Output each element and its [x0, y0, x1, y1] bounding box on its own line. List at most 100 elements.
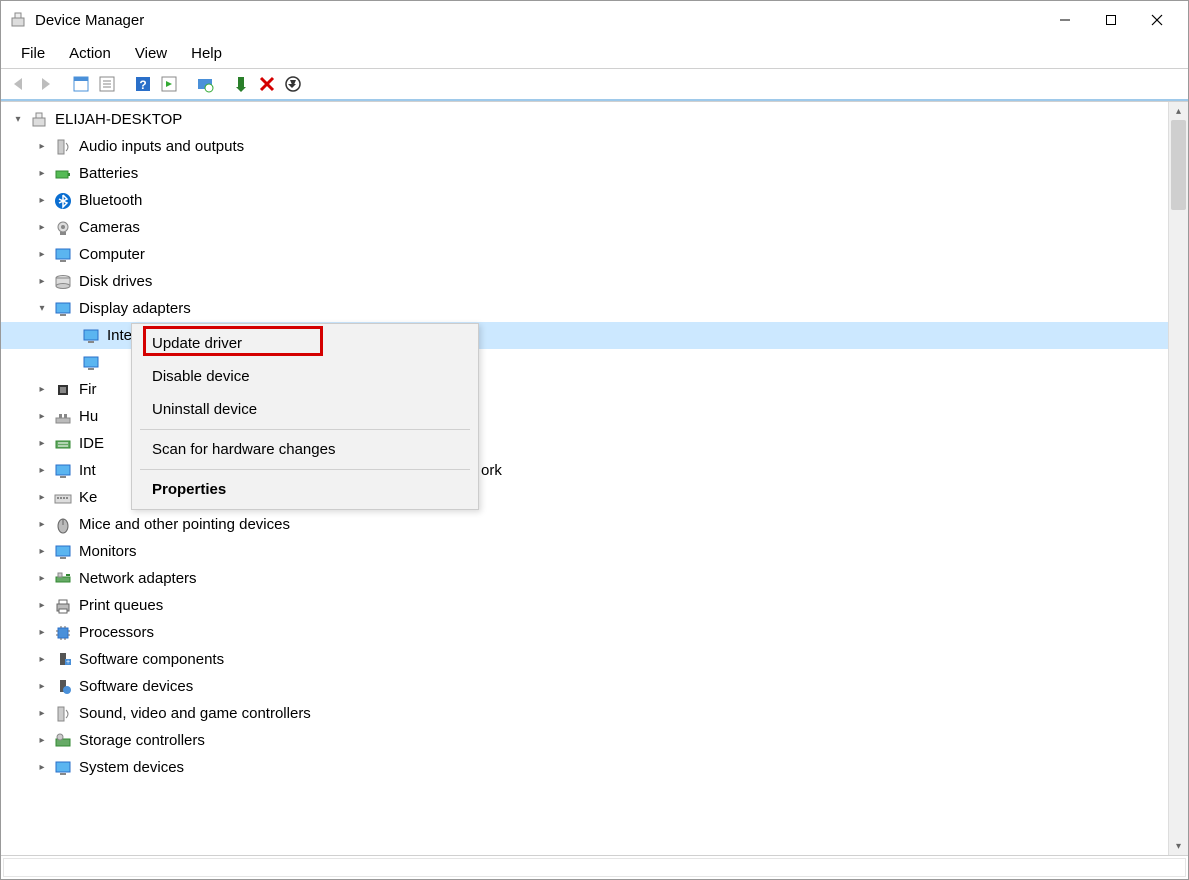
mouse-icon [53, 515, 73, 535]
context-menu: Update driver Disable device Uninstall d… [131, 323, 479, 510]
tree-item[interactable]: ▸ + Software components [1, 646, 1168, 673]
tree-item-label: IDE [79, 435, 104, 452]
usb-icon [53, 407, 73, 427]
expand-icon[interactable]: ▸ [33, 678, 51, 696]
expand-icon[interactable]: ▸ [33, 462, 51, 480]
tree-item[interactable]: ▸ Network adapters [1, 565, 1168, 592]
expand-icon[interactable]: ▸ [33, 624, 51, 642]
expand-icon[interactable]: ▸ [33, 408, 51, 426]
expand-icon[interactable]: ▸ [33, 732, 51, 750]
scan-button[interactable] [157, 72, 181, 96]
tree-item-label: Network adapters [79, 570, 197, 587]
monitor-icon [53, 245, 73, 265]
tree-item-label: Display adapters [79, 300, 191, 317]
tree-item-label: Software devices [79, 678, 193, 695]
enable-device-button[interactable] [229, 72, 253, 96]
vertical-scrollbar[interactable]: ▴ ▾ [1168, 102, 1188, 855]
menu-action[interactable]: Action [57, 41, 123, 66]
tree-item[interactable]: ▸ Batteries [1, 160, 1168, 187]
cm-scan[interactable]: Scan for hardware changes [132, 433, 478, 466]
expand-icon[interactable]: ▸ [33, 543, 51, 561]
tree-item[interactable]: ▸ Processors [1, 619, 1168, 646]
tree-item[interactable]: ▸ Cameras [1, 214, 1168, 241]
ide-icon [53, 434, 73, 454]
properties-button[interactable] [95, 72, 119, 96]
tree-item-label: Disk drives [79, 273, 152, 290]
tree-item[interactable]: ▸ Audio inputs and outputs [1, 133, 1168, 160]
help-button[interactable]: ? [131, 72, 155, 96]
expand-icon[interactable]: ▸ [33, 570, 51, 588]
chip-icon [53, 380, 73, 400]
tree-root[interactable]: ▾ ELIJAH-DESKTOP [1, 106, 1168, 133]
monitor-icon [81, 326, 101, 346]
tree-item[interactable]: ▸ Disk drives [1, 268, 1168, 295]
scroll-up-icon[interactable]: ▴ [1169, 102, 1188, 120]
menu-file[interactable]: File [9, 41, 57, 66]
cm-uninstall-device[interactable]: Uninstall device [132, 393, 478, 426]
expand-icon[interactable]: ▸ [33, 165, 51, 183]
cm-disable-device[interactable]: Disable device [132, 360, 478, 393]
monitor-icon [53, 299, 73, 319]
menu-help[interactable]: Help [179, 41, 234, 66]
expand-icon[interactable]: ▸ [33, 138, 51, 156]
expand-icon[interactable]: ▸ [33, 381, 51, 399]
expand-icon[interactable]: ▸ [33, 246, 51, 264]
expand-icon[interactable]: ▸ [33, 489, 51, 507]
tree-item[interactable]: ▸ Software devices [1, 673, 1168, 700]
close-button[interactable] [1134, 5, 1180, 35]
expand-icon[interactable]: ▸ [33, 219, 51, 237]
collapse-icon[interactable]: ▾ [33, 300, 51, 318]
tree-root-label: ELIJAH-DESKTOP [55, 111, 182, 128]
menubar: File Action View Help [1, 39, 1188, 69]
scroll-down-icon[interactable]: ▾ [1169, 837, 1188, 855]
tree-item-label: Audio inputs and outputs [79, 138, 244, 155]
svg-text:+: + [66, 659, 70, 666]
tree-item-label: Storage controllers [79, 732, 205, 749]
maximize-button[interactable] [1088, 5, 1134, 35]
tree-item-label: Mice and other pointing devices [79, 516, 290, 533]
menu-view[interactable]: View [123, 41, 179, 66]
expand-icon[interactable]: ▸ [33, 759, 51, 777]
back-button[interactable] [7, 72, 31, 96]
expand-icon[interactable]: ▸ [33, 516, 51, 534]
scroll-thumb[interactable] [1171, 120, 1186, 210]
app-icon [9, 11, 27, 29]
computer-icon [29, 110, 49, 130]
cm-update-driver[interactable]: Update driver [132, 327, 478, 360]
tree-item-label: System devices [79, 759, 184, 776]
cm-properties[interactable]: Properties [132, 473, 478, 506]
expand-icon[interactable]: ▾ [9, 111, 27, 129]
cm-separator [140, 469, 470, 470]
tree-item[interactable]: ▸ Print queues [1, 592, 1168, 619]
speaker-icon [53, 137, 73, 157]
scroll-track[interactable] [1169, 120, 1188, 837]
forward-button[interactable] [33, 72, 57, 96]
minimize-button[interactable] [1042, 5, 1088, 35]
disable-device-button[interactable] [281, 72, 305, 96]
tree-item[interactable]: ▸ Bluetooth [1, 187, 1168, 214]
tree-item[interactable]: ▸ System devices [1, 754, 1168, 781]
tree-item[interactable]: ▸ Mice and other pointing devices [1, 511, 1168, 538]
update-driver-button[interactable] [193, 72, 217, 96]
statusbar [1, 855, 1188, 879]
tree-item[interactable]: ▸ Storage controllers [1, 727, 1168, 754]
expand-icon[interactable]: ▸ [33, 192, 51, 210]
tree-item-label: Batteries [79, 165, 138, 182]
expand-icon[interactable]: ▸ [33, 705, 51, 723]
storage-icon [53, 731, 73, 751]
tree-item[interactable]: ▸ Monitors [1, 538, 1168, 565]
uninstall-device-button[interactable] [255, 72, 279, 96]
expand-icon[interactable]: ▸ [33, 273, 51, 291]
tree-item-display-adapters[interactable]: ▾ Display adapters [1, 295, 1168, 322]
tree-item[interactable]: ▸ Sound, video and game controllers [1, 700, 1168, 727]
tree-item-label: Computer [79, 246, 145, 263]
expand-icon[interactable]: ▸ [33, 597, 51, 615]
disk-icon [53, 272, 73, 292]
expand-icon[interactable]: ▸ [33, 435, 51, 453]
camera-icon [53, 218, 73, 238]
component-icon: + [53, 650, 73, 670]
expand-icon[interactable]: ▸ [33, 651, 51, 669]
show-hide-tree-button[interactable] [69, 72, 93, 96]
tree-item[interactable]: ▸ Computer [1, 241, 1168, 268]
tree-item-label: Processors [79, 624, 154, 641]
